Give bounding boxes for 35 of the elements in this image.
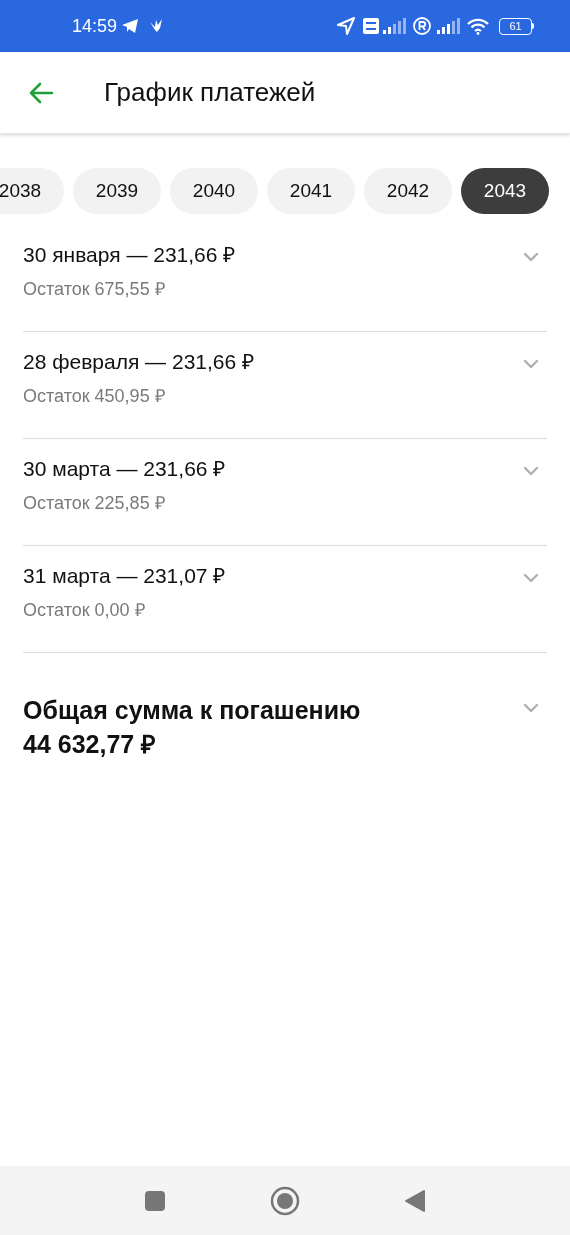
remaining-balance: Остаток 450,95 ₽: [23, 385, 166, 407]
paper-plane-icon: [121, 18, 140, 34]
chevron-down-icon[interactable]: [523, 573, 539, 583]
remaining-balance: Остаток 0,00 ₽: [23, 599, 146, 621]
year-chip[interactable]: 2038: [0, 168, 64, 214]
payment-title: 31 марта — 231,07 ₽: [23, 563, 227, 589]
chevron-down-icon[interactable]: [523, 703, 539, 713]
remaining-balance: Остаток 225,85 ₽: [23, 492, 166, 514]
total-label: Общая сумма к погашению: [23, 695, 362, 726]
roaming-icon: [413, 17, 431, 35]
volte-icon: [363, 18, 379, 34]
year-chip[interactable]: 2040: [170, 168, 258, 214]
battery-icon: 61: [499, 17, 534, 35]
wifi-icon: [467, 17, 489, 35]
remaining-balance: Остаток 675,55 ₽: [23, 278, 166, 300]
location-arrow-icon: [337, 17, 355, 35]
signal-icon: [437, 18, 461, 34]
signal-icon: [383, 18, 407, 34]
home-button[interactable]: [270, 1185, 300, 1216]
year-chip[interactable]: 2041: [267, 168, 355, 214]
total-amount: 44 632,77 ₽: [23, 729, 158, 760]
status-time: 14:59: [72, 14, 118, 38]
year-chip[interactable]: 2039: [73, 168, 161, 214]
payment-title: 28 февраля — 231,66 ₽: [23, 349, 256, 375]
chevron-down-icon[interactable]: [523, 466, 539, 476]
year-chip[interactable]: 2043: [461, 168, 549, 214]
recents-button[interactable]: [144, 1189, 166, 1212]
chevron-down-icon[interactable]: [523, 252, 539, 262]
payment-title: 30 марта — 231,66 ₽: [23, 456, 227, 482]
back-nav-button[interactable]: [404, 1188, 426, 1213]
chevron-down-icon[interactable]: [523, 359, 539, 369]
year-chip[interactable]: 2042: [364, 168, 452, 214]
back-arrow-icon: [28, 81, 54, 104]
screen-title: График платежей: [104, 76, 316, 109]
payment-title: 30 января — 231,66 ₽: [23, 242, 237, 268]
